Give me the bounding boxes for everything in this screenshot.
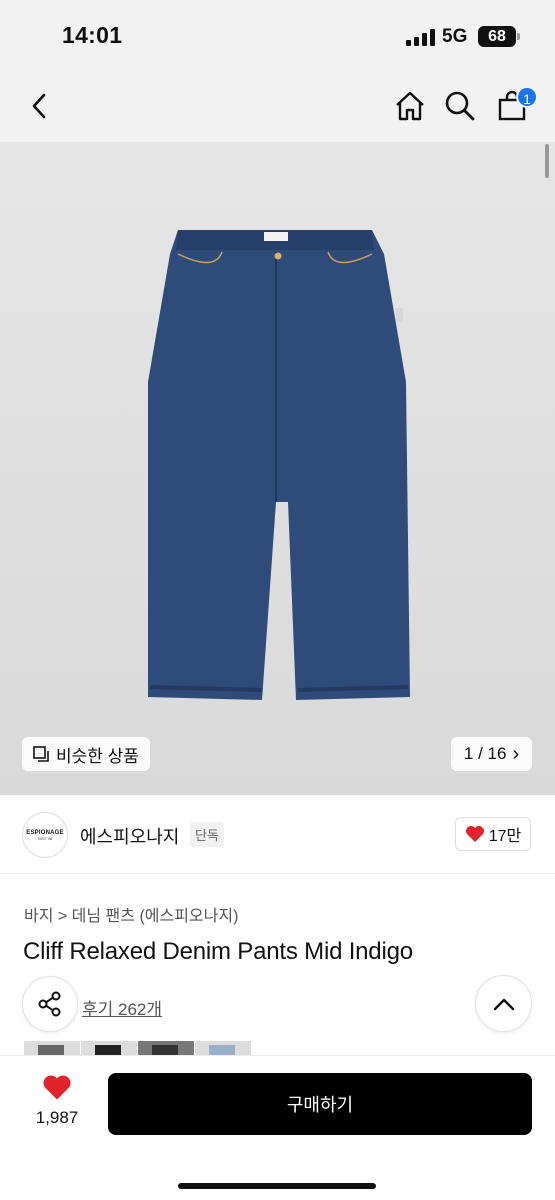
heart-icon: [465, 826, 484, 842]
similar-icon: [33, 746, 49, 762]
share-button[interactable]: [22, 976, 78, 1032]
product-title: Cliff Relaxed Denim Pants Mid Indigo: [23, 938, 413, 965]
pager-arrow: ›: [512, 743, 520, 765]
similar-products-chip[interactable]: 비슷한 상품: [22, 737, 150, 771]
brand-row: ESPIONAGE NIST'96 에스피오나지 단독 17만: [0, 796, 555, 874]
brand-like-button[interactable]: 17만: [455, 817, 531, 851]
jeans-image: [148, 230, 410, 700]
brand-logo[interactable]: ESPIONAGE NIST'96: [22, 812, 68, 858]
thumbnail[interactable]: [195, 1041, 251, 1055]
search-icon: [445, 91, 475, 121]
back-icon: [32, 93, 46, 119]
bottom-action-bar: 1,987 구매하기: [0, 1055, 555, 1200]
share-icon: [38, 991, 61, 1017]
home-indicator: [178, 1183, 376, 1189]
cart-button[interactable]: 1: [490, 84, 538, 128]
chevron-up-icon: [493, 998, 514, 1010]
pager-text: 1 / 16: [463, 744, 507, 763]
wishlist-count: 1,987: [35, 1108, 79, 1127]
status-bar: 14:01 5G 68: [0, 0, 555, 72]
breadcrumb[interactable]: 바지 > 데님 팬츠 (에스피오나지): [24, 902, 238, 926]
image-pager[interactable]: 1 / 16 ›: [451, 737, 532, 771]
brand-like-count: 17만: [488, 828, 522, 845]
product-image[interactable]: 비슷한 상품 1 / 16 ›: [0, 142, 555, 795]
signal-icon: [406, 29, 436, 46]
heart-icon: [43, 1075, 71, 1100]
battery-indicator: 68: [478, 26, 520, 47]
nav-bar: 1: [0, 72, 555, 142]
thumbnail[interactable]: [24, 1041, 80, 1055]
similar-label: 비슷한 상품: [56, 746, 139, 766]
reviews-link[interactable]: 후기 262개: [82, 995, 162, 1020]
thumbnail[interactable]: [81, 1041, 137, 1055]
exclusive-badge: 단독: [190, 822, 224, 847]
scroll-top-button[interactable]: [475, 975, 532, 1032]
home-icon: [396, 91, 424, 121]
home-button[interactable]: [388, 84, 432, 128]
search-button[interactable]: [438, 84, 482, 128]
status-time: 14:01: [62, 22, 123, 48]
network-label: 5G: [442, 26, 468, 47]
thumbnail-strip: [24, 1041, 252, 1055]
thumbnail[interactable]: [138, 1041, 194, 1055]
logo-subtext: NIST'96: [37, 835, 53, 841]
wishlist-button[interactable]: 1,987: [28, 1074, 86, 1128]
cart-badge: 1: [516, 86, 538, 108]
back-button[interactable]: [18, 84, 62, 128]
brand-name[interactable]: 에스피오나지: [80, 823, 179, 849]
buy-button[interactable]: 구매하기: [108, 1073, 532, 1135]
